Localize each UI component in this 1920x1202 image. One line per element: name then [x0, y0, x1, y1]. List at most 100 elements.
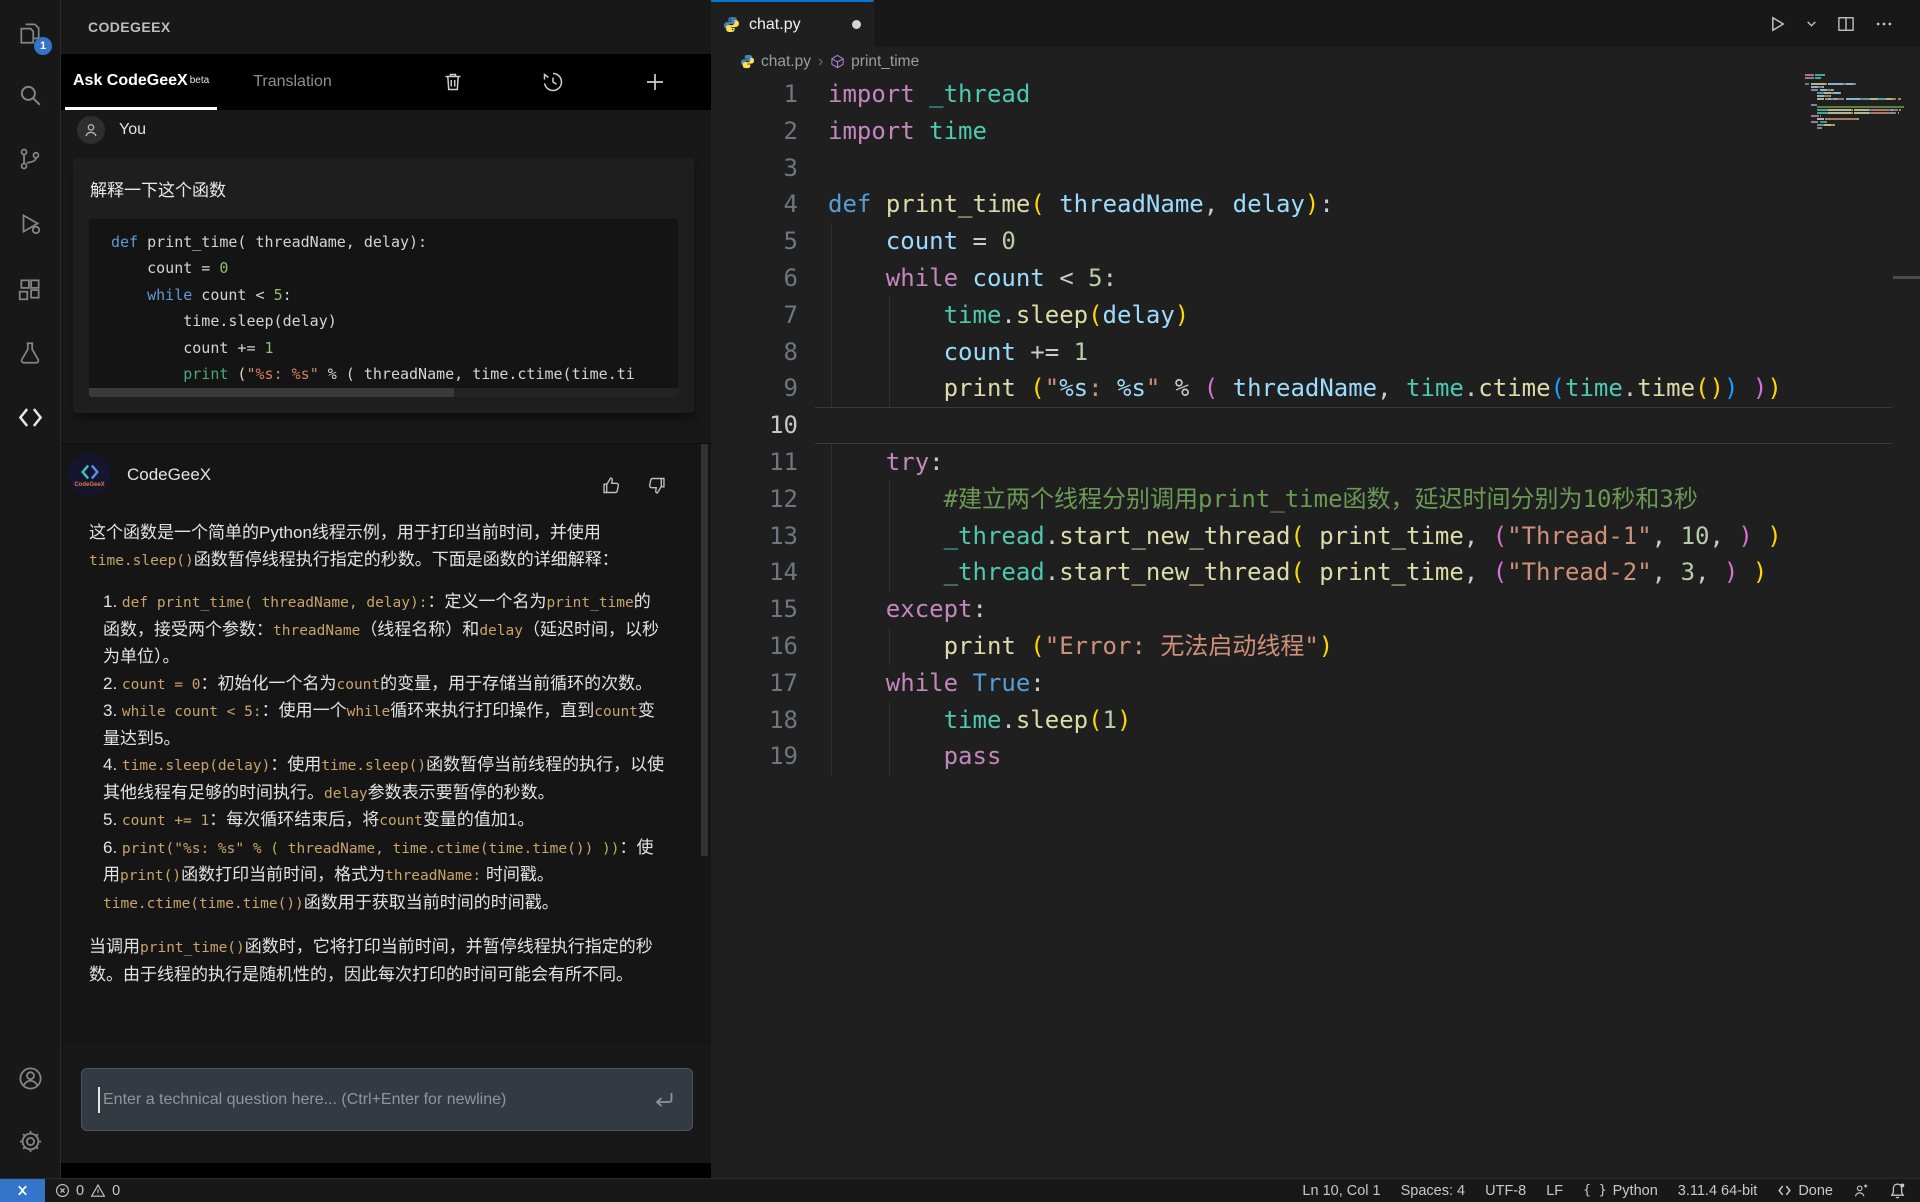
tab-translation[interactable]: Translation: [245, 54, 340, 110]
code-line[interactable]: 10: [711, 407, 1920, 444]
run-debug-icon[interactable]: [0, 198, 60, 250]
token: ": [246, 365, 256, 384]
run-dropdown-chevron-icon[interactable]: [1801, 13, 1822, 34]
user-avatar: [77, 116, 105, 144]
code-line[interactable]: 16 print ("Error: 无法启动线程"): [711, 628, 1920, 665]
text-run: ：每次循环结束后，将: [209, 810, 380, 829]
notifications-bell-icon[interactable]: [1879, 1182, 1920, 1199]
token: 1: [1102, 705, 1117, 734]
user-code-block[interactable]: def print_time( threadName, delay): coun…: [89, 219, 678, 397]
token: threadName: [1232, 374, 1378, 403]
panel-scrollbar-thumb[interactable]: [701, 444, 708, 856]
codegeex-status[interactable]: Done: [1767, 1183, 1843, 1199]
submit-enter-icon[interactable]: [652, 1088, 676, 1112]
new-chat-plus-icon[interactable]: [643, 70, 667, 94]
code-line[interactable]: 15 except:: [711, 591, 1920, 628]
code-line[interactable]: 3: [711, 150, 1920, 187]
tab-chat-py[interactable]: chat.py: [711, 0, 874, 47]
assistant-message-header: CodeGeeX CodeGeeX: [61, 453, 711, 496]
thumbs-up-icon[interactable]: [601, 475, 622, 496]
code-lines: 1 import _thread 2 import time 3 4 def print_t…: [711, 76, 1920, 776]
explorer-icon[interactable]: 1: [0, 7, 60, 59]
encoding-status[interactable]: UTF-8: [1475, 1183, 1536, 1199]
code-line[interactable]: 2 import time: [711, 113, 1920, 150]
minimap-line: [1805, 76, 1814, 79]
codegeex-avatar-wordmark: CodeGeeX: [74, 482, 105, 488]
user-message-bubble: 解释一下这个函数 def print_time( threadName, del…: [73, 158, 694, 413]
token: print_time: [1319, 558, 1464, 587]
code-line[interactable]: 18 time.sleep(1): [711, 702, 1920, 739]
breadcrumb-file[interactable]: chat.py: [740, 53, 811, 71]
token: while: [885, 263, 959, 292]
code-line[interactable]: 12 #建立两个线程分别调用print_time函数，延迟时间分别为10秒和3秒: [711, 481, 1920, 518]
code-line[interactable]: 17 while True:: [711, 665, 1920, 702]
status-bar: 0 0 Ln 10, Col 1 Spaces: 4 UTF-8 LF { } …: [0, 1178, 1920, 1202]
code-line[interactable]: 19 pass: [711, 738, 1920, 775]
python-interpreter-status[interactable]: 3.11.4 64-bit: [1668, 1183, 1768, 1199]
extensions-icon[interactable]: [0, 263, 60, 315]
eol-status[interactable]: LF: [1536, 1183, 1573, 1199]
token: ,: [1651, 521, 1681, 550]
code-line[interactable]: 13 _thread.start_new_thread( print_time,…: [711, 518, 1920, 555]
indentation-status[interactable]: Spaces: 4: [1391, 1183, 1476, 1199]
code-line[interactable]: 11 try:: [711, 444, 1920, 481]
source-control-icon[interactable]: [0, 133, 60, 185]
token: (: [1492, 558, 1508, 587]
token: %s: [255, 365, 274, 384]
minimap[interactable]: [1805, 74, 1917, 138]
cursor-position-status[interactable]: Ln 10, Col 1: [1292, 1183, 1390, 1199]
code-line[interactable]: 1 import _thread: [711, 76, 1920, 113]
code-line[interactable]: 5 count = 0: [711, 223, 1920, 260]
language-mode-status[interactable]: { } Python: [1573, 1183, 1668, 1199]
question-input[interactable]: Enter a technical question here... (Ctrl…: [81, 1068, 693, 1131]
code-line[interactable]: 6 while count < 5:: [711, 260, 1920, 297]
minimap-line: [1815, 74, 1826, 76]
inline-code: while count < 5:: [121, 704, 262, 720]
token: threadName: [1059, 190, 1204, 219]
token: +=: [1015, 337, 1074, 366]
account-icon[interactable]: [0, 1052, 60, 1104]
token: count: [943, 337, 1016, 366]
more-actions-button[interactable]: [1870, 10, 1898, 38]
code-line[interactable]: 8 count += 1: [711, 334, 1920, 371]
token: ": [1044, 374, 1060, 403]
codegeex-status-label: Done: [1798, 1182, 1833, 1199]
code-line[interactable]: 14 _thread.start_new_thread( print_time,…: [711, 554, 1920, 591]
codegeex-activity-icon[interactable]: [0, 391, 60, 443]
minimap-line: [1870, 97, 1878, 100]
text-run: 的变量，用于存储当前循环的次数。: [380, 673, 653, 693]
trash-icon[interactable]: [441, 70, 465, 94]
run-button[interactable]: [1763, 10, 1791, 38]
thumbs-down-icon[interactable]: [646, 475, 667, 496]
token: start_new_thread: [1059, 558, 1291, 587]
breadcrumb-symbol[interactable]: print_time: [830, 53, 919, 71]
code-line[interactable]: 9 print ("%s: %s" % ( threadName, time.c…: [711, 370, 1920, 407]
code-line[interactable]: 4 def print_time( threadName, delay):: [711, 186, 1920, 223]
feedback-person-icon[interactable]: [1843, 1183, 1879, 1199]
tab-ask-codegeex[interactable]: Ask CodeGeeX beta: [65, 54, 218, 110]
modified-dot[interactable]: [852, 20, 861, 29]
minimap-line: [1854, 112, 1869, 115]
settings-gear-icon[interactable]: [0, 1115, 60, 1167]
token: (: [1030, 374, 1045, 403]
search-icon[interactable]: [0, 69, 60, 121]
problems-status[interactable]: 0 0: [45, 1183, 130, 1199]
scrollbar-thumb[interactable]: [89, 388, 455, 397]
inline-code: print_time: [546, 595, 634, 611]
token: _thread: [943, 521, 1045, 550]
remote-indicator[interactable]: [0, 1179, 45, 1202]
code-line[interactable]: 7 time.sleep(delay): [711, 297, 1920, 334]
line-number: 6: [783, 263, 798, 292]
line-number: 16: [769, 631, 798, 660]
test-beaker-icon[interactable]: [0, 327, 60, 379]
token: ): [1723, 558, 1739, 587]
code-block-scrollbar[interactable]: [89, 388, 678, 397]
editor-actions: [1763, 0, 1920, 47]
history-icon[interactable]: [541, 70, 565, 94]
split-editor-button[interactable]: [1832, 10, 1860, 38]
